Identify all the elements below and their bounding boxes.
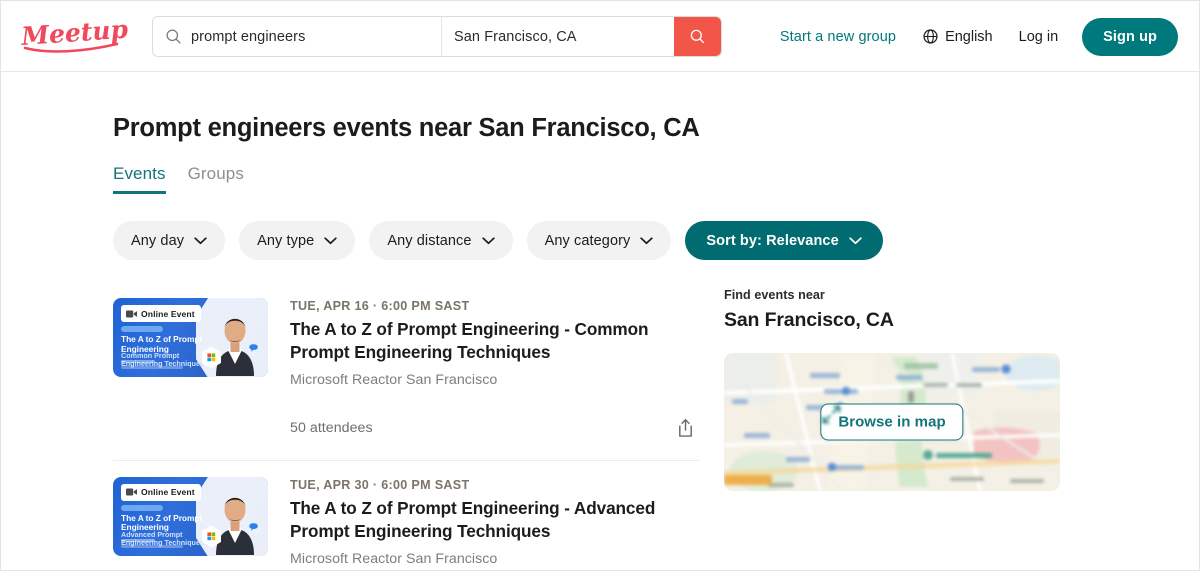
- event-card[interactable]: Online Event The A to Z of Prompt Engine…: [113, 459, 699, 570]
- badge-label: Online Event: [141, 308, 195, 319]
- filter-any-distance[interactable]: Any distance: [369, 221, 513, 260]
- map-sidebar: Find events near San Francisco, CA Brows…: [724, 286, 1064, 570]
- share-button[interactable]: [672, 414, 699, 442]
- filter-label: Any type: [257, 232, 315, 249]
- badge-label: Online Event: [141, 487, 195, 498]
- chevron-down-icon: [194, 236, 207, 244]
- chevron-down-icon: [481, 236, 495, 244]
- results-tabs: Events Groups: [113, 164, 1199, 194]
- chevron-down-icon: [640, 236, 654, 244]
- video-camera-icon: [126, 310, 137, 317]
- microsoft-hex-logo: [202, 525, 221, 548]
- event-title[interactable]: The A to Z of Prompt Engineering - Advan…: [290, 497, 699, 544]
- filter-any-type[interactable]: Any type: [239, 221, 356, 260]
- find-events-near-label: Find events near: [724, 288, 825, 302]
- filter-any-category[interactable]: Any category: [526, 221, 672, 260]
- event-attendees: 50 attendees: [290, 419, 373, 436]
- chevron-down-icon: [324, 236, 338, 244]
- login-link[interactable]: Log in: [1019, 29, 1059, 45]
- event-thumbnail: Online Event The A to Z of Prompt Engine…: [113, 476, 268, 556]
- event-datetime: TUE, APR 16 · 6:00 PM SAST: [290, 299, 470, 313]
- event-details: TUE, APR 16 · 6:00 PM SAST The A to Z of…: [290, 298, 699, 442]
- filter-label: Sort by: Relevance: [706, 232, 839, 249]
- filter-label: Any category: [544, 232, 631, 249]
- browse-in-map-label: Browse in map: [838, 413, 946, 431]
- meetup-logo[interactable]: Meetup: [21, 17, 133, 55]
- event-footer: 50 attendees: [290, 414, 699, 442]
- page-title: Prompt engineers events near San Francis…: [113, 114, 700, 142]
- filter-label: Any distance: [387, 232, 472, 249]
- filter-any-day[interactable]: Any day: [113, 221, 226, 260]
- events-list: Online Event The A to Z of Prompt Engine…: [113, 286, 699, 570]
- event-title[interactable]: The A to Z of Prompt Engineering - Commo…: [290, 318, 699, 365]
- tab-groups[interactable]: Groups: [188, 164, 244, 194]
- filter-sort-by[interactable]: Sort by: Relevance: [685, 221, 883, 260]
- event-thumbnail: Online Event The A to Z of Prompt Engine…: [113, 298, 268, 377]
- event-venue: Microsoft Reactor San Francisco: [290, 550, 498, 567]
- event-datetime: TUE, APR 30 · 6:00 PM SAST: [290, 477, 470, 492]
- filter-chips: Any day Any type Any distance Any catego…: [113, 221, 1199, 260]
- online-event-badge: Online Event: [121, 305, 201, 322]
- event-card[interactable]: Online Event The A to Z of Prompt Engine…: [113, 286, 699, 460]
- video-camera-icon: [126, 488, 137, 496]
- thumbnail-footnote: [121, 538, 211, 551]
- signup-button[interactable]: Sign up: [1082, 17, 1178, 56]
- map-preview[interactable]: Browse in map: [724, 353, 1060, 491]
- search-icon: [166, 29, 181, 44]
- globe-icon: [923, 29, 938, 44]
- chat-bubble-icon: [245, 340, 262, 357]
- tab-events[interactable]: Events: [113, 164, 166, 194]
- search-input[interactable]: [191, 28, 429, 45]
- event-venue: Microsoft Reactor San Francisco: [290, 371, 498, 388]
- language-selector[interactable]: English: [922, 28, 993, 45]
- language-label: English: [945, 28, 993, 45]
- start-new-group-link[interactable]: Start a new group: [780, 29, 896, 45]
- keyword-search-field[interactable]: [153, 17, 442, 56]
- location-search-field[interactable]: [442, 17, 674, 56]
- chevron-down-icon: [849, 236, 862, 244]
- event-details: TUE, APR 30 · 6:00 PM SAST The A to Z of…: [290, 477, 699, 567]
- meetup-search-page: Meetup Start a new group: [0, 0, 1200, 571]
- site-header: Meetup Start a new group: [1, 1, 1199, 72]
- microsoft-hex-logo: [202, 346, 221, 369]
- current-location-name: San Francisco, CA: [724, 309, 894, 331]
- online-event-badge: Online Event: [121, 483, 201, 501]
- filter-label: Any day: [131, 232, 185, 249]
- browse-in-map-button[interactable]: Browse in map: [820, 403, 964, 441]
- main-content: Prompt engineers events near San Francis…: [1, 114, 1199, 570]
- chat-bubble-icon: [245, 519, 262, 536]
- header-nav: Start a new group English Log in Sign up: [780, 1, 1178, 72]
- expand-arrows-icon: [822, 405, 841, 424]
- thumbnail-footnote: [121, 360, 211, 372]
- location-input[interactable]: [454, 28, 662, 45]
- search-submit-button[interactable]: [674, 17, 721, 56]
- share-icon: [679, 418, 692, 437]
- search-bar: [152, 16, 722, 57]
- search-icon: [690, 29, 705, 44]
- results-layout: Online Event The A to Z of Prompt Engine…: [113, 286, 1199, 570]
